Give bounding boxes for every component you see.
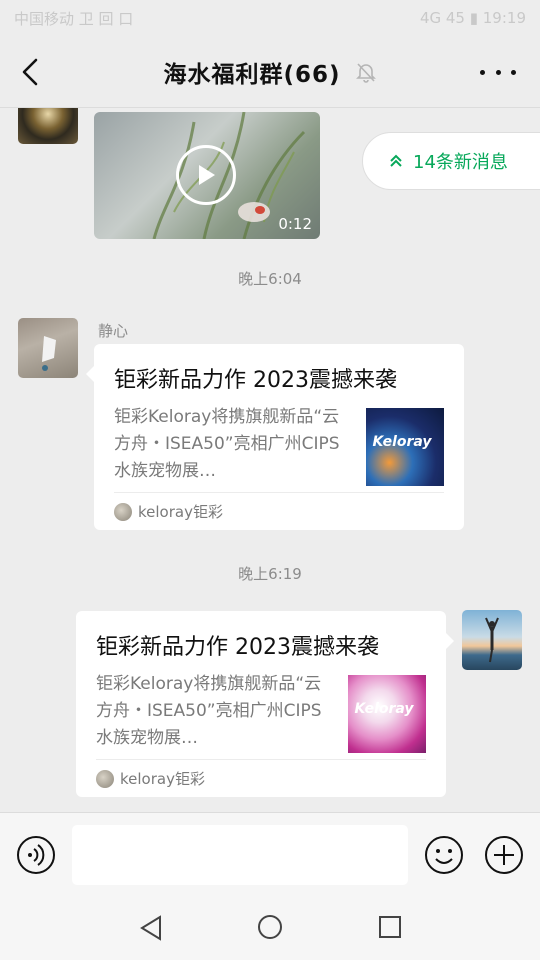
message-input[interactable] (72, 825, 408, 885)
timestamp: 晚上6:04 (238, 270, 302, 288)
timestamp: 晚上6:19 (238, 565, 302, 583)
more-dot-icon (511, 69, 516, 75)
avatar[interactable] (18, 318, 78, 378)
card-source-label: keloray钜彩 (138, 503, 223, 521)
video-duration: 0:12 (278, 215, 312, 233)
thumbnail-brand: Keloray (372, 434, 432, 450)
avatar[interactable] (462, 610, 522, 670)
chat-title: 海水福利群(66) (163, 61, 341, 88)
card-title: 钜彩新品力作 2023震撼来袭 (114, 368, 397, 393)
card-source: keloray钜彩 (114, 492, 444, 530)
status-bar: 中国移动 卫 回 口 4G 45 ▮ 19:19 (0, 0, 540, 36)
new-messages-label: 14条新消息 (413, 152, 508, 173)
card-thumbnail: Keloray (348, 675, 426, 753)
voice-icon (17, 836, 55, 874)
nav-recent-apps-button[interactable] (378, 915, 402, 939)
more-dot-icon (495, 69, 501, 75)
card-description: 钜彩Keloray将携旗舰新品“云方舟・ISEA50”亮相广州CIPS水族宠物展… (96, 674, 322, 748)
voice-button[interactable] (16, 835, 56, 875)
play-icon (199, 165, 215, 185)
plus-circle-icon (485, 836, 523, 874)
smiley-icon (425, 836, 463, 874)
link-card[interactable]: 钜彩新品力作 2023震撼来袭 钜彩Keloray将携旗舰新品“云方舟・ISEA… (76, 611, 454, 797)
emoji-button[interactable] (424, 835, 464, 875)
square-recent-icon (379, 916, 401, 938)
play-button[interactable] (176, 145, 236, 205)
source-icon (96, 769, 114, 788)
status-right: 4G 45 ▮ 19:19 (419, 9, 526, 27)
chat-header: 海水福利群(66) (0, 36, 540, 108)
back-button[interactable] (14, 56, 46, 88)
chevron-left-icon (22, 58, 38, 86)
card-thumbnail: Keloray (366, 408, 444, 486)
card-source-label: keloray钜彩 (120, 770, 205, 788)
triangle-back-icon (140, 915, 161, 941)
more-options-button[interactable] (480, 64, 516, 80)
source-icon (114, 502, 132, 521)
chat-area[interactable]: 0:12 14条新消息 晚上6:04 静心 钜彩新品力作 2023震撼来袭 钜彩… (0, 108, 540, 812)
system-nav-bar (0, 896, 540, 960)
avatar[interactable] (18, 108, 78, 144)
new-messages-button[interactable]: 14条新消息 (362, 132, 540, 190)
bell-muted-icon (355, 61, 377, 83)
link-card[interactable]: 钜彩新品力作 2023震撼来袭 钜彩Keloray将携旗舰新品“云方舟・ISEA… (86, 344, 464, 530)
thumbnail-brand: Keloray (354, 701, 414, 717)
nav-home-button[interactable] (257, 914, 283, 940)
input-bar (0, 812, 540, 896)
avatar-image (485, 617, 499, 663)
video-message[interactable]: 0:12 (94, 112, 320, 239)
card-source: keloray钜彩 (96, 759, 426, 797)
nav-back-button[interactable] (138, 914, 164, 942)
avatar-image (42, 336, 56, 371)
sender-name: 静心 (98, 322, 129, 340)
more-dot-icon (480, 69, 485, 75)
more-functions-button[interactable] (484, 835, 524, 875)
double-chevron-up-icon (389, 154, 403, 168)
card-title: 钜彩新品力作 2023震撼来袭 (96, 635, 379, 660)
status-left: 中国移动 卫 回 口 (14, 9, 134, 28)
card-description: 钜彩Keloray将携旗舰新品“云方舟・ISEA50”亮相广州CIPS水族宠物展… (114, 407, 340, 481)
circle-home-icon (258, 915, 282, 939)
